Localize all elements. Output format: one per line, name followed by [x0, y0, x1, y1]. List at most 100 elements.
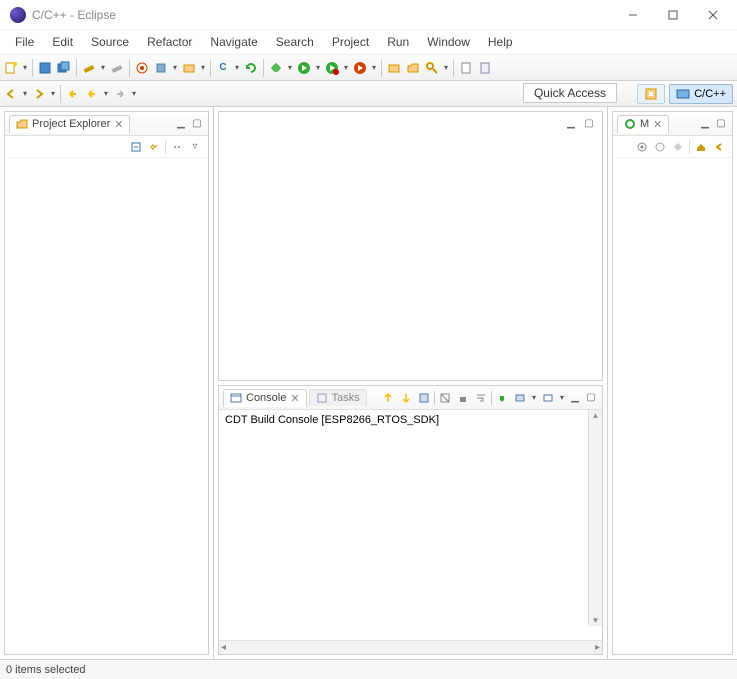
maximize-button[interactable]	[653, 1, 693, 29]
display-console-icon[interactable]	[512, 390, 528, 406]
console-output-line: CDT Build Console [ESP8266_RTOS_SDK]	[225, 414, 596, 426]
collapse-all-icon[interactable]	[129, 140, 143, 154]
build-icon[interactable]	[80, 59, 98, 77]
debug-icon[interactable]	[267, 59, 285, 77]
forward-icon[interactable]	[111, 85, 129, 103]
target-icon[interactable]	[133, 59, 151, 77]
menu-edit[interactable]: Edit	[43, 32, 82, 52]
next-edit-dropdown[interactable]: ▾	[49, 89, 57, 98]
profile-icon[interactable]	[351, 59, 369, 77]
search-icon[interactable]	[423, 59, 441, 77]
maximize-view-icon[interactable]: ▢	[190, 117, 204, 131]
back-history-dropdown[interactable]: ▾	[102, 89, 110, 98]
annotation-icon[interactable]	[457, 59, 475, 77]
word-wrap-icon[interactable]	[473, 390, 489, 406]
run-icon[interactable]	[295, 59, 313, 77]
open-console-dropdown[interactable]: ▾	[558, 393, 566, 402]
configure-dropdown[interactable]: ▾	[171, 63, 179, 72]
outline-maximize-icon[interactable]: ▢	[714, 117, 728, 131]
console-tab[interactable]: Console ✕	[223, 389, 307, 407]
project-explorer-tab[interactable]: Project Explorer ✕	[9, 115, 130, 133]
forward-dropdown[interactable]: ▾	[130, 89, 138, 98]
make-target-icon[interactable]	[635, 140, 649, 154]
build-dropdown[interactable]: ▾	[99, 63, 107, 72]
c-element-dropdown[interactable]: ▾	[233, 63, 241, 72]
next-edit-icon[interactable]	[30, 85, 48, 103]
prev-edit-dropdown[interactable]: ▾	[21, 89, 29, 98]
menu-project[interactable]: Project	[323, 32, 378, 52]
save-icon[interactable]	[36, 59, 54, 77]
view-menu-icon[interactable]	[170, 140, 184, 154]
outline-title: M	[640, 118, 649, 130]
profile-dropdown[interactable]: ▾	[370, 63, 378, 72]
menu-search[interactable]: Search	[267, 32, 323, 52]
run-dropdown[interactable]: ▾	[314, 63, 322, 72]
run-last-icon[interactable]	[323, 59, 341, 77]
back-history-icon[interactable]	[83, 85, 101, 103]
prev-console-icon[interactable]	[380, 390, 396, 406]
menu-window[interactable]: Window	[418, 32, 479, 52]
menu-run[interactable]: Run	[378, 32, 418, 52]
editor-area[interactable]: ▁ ▢	[218, 111, 603, 381]
project-explorer-tree[interactable]	[5, 158, 208, 654]
outline-body[interactable]	[613, 158, 732, 654]
open-console-icon[interactable]	[540, 390, 556, 406]
menu-file[interactable]: File	[6, 32, 43, 52]
search-dropdown[interactable]: ▾	[442, 63, 450, 72]
editor-maximize-icon[interactable]: ▢	[582, 116, 596, 130]
console-close-icon[interactable]: ✕	[290, 392, 299, 405]
open-perspective-button[interactable]	[637, 84, 665, 104]
scroll-lock-icon[interactable]	[455, 390, 471, 406]
new-dropdown[interactable]: ▾	[21, 63, 29, 72]
task-icon[interactable]	[476, 59, 494, 77]
manage-config-dropdown[interactable]: ▾	[199, 63, 207, 72]
outline-minimize-icon[interactable]: ▁	[698, 117, 712, 131]
new-icon[interactable]	[2, 59, 20, 77]
save-all-icon[interactable]	[55, 59, 73, 77]
display-console-dropdown[interactable]: ▾	[530, 393, 538, 402]
outline-close-icon[interactable]: ✕	[653, 118, 662, 131]
editor-minimize-icon[interactable]: ▁	[564, 116, 578, 130]
outline-tab[interactable]: M ✕	[617, 115, 669, 133]
open-type-icon[interactable]	[385, 59, 403, 77]
next-console-icon[interactable]	[398, 390, 414, 406]
perspective-cpp[interactable]: C/C++	[669, 84, 733, 104]
outline-back-icon[interactable]	[712, 140, 726, 154]
quick-access-field[interactable]: Quick Access	[523, 83, 617, 103]
debug-dropdown[interactable]: ▾	[286, 63, 294, 72]
status-text: 0 items selected	[6, 664, 85, 676]
close-view-icon[interactable]: ✕	[114, 118, 123, 131]
build-all-icon[interactable]	[108, 59, 126, 77]
refresh-icon[interactable]	[242, 59, 260, 77]
main-toolbar: ▾ ▾ ▾ ▾ C ▾ ▾ ▾ ▾ ▾ ▾	[0, 55, 737, 81]
menu-source[interactable]: Source	[82, 32, 138, 52]
menu-refactor[interactable]: Refactor	[138, 32, 201, 52]
c-element-icon[interactable]: C	[214, 59, 232, 77]
show-selected-console-icon[interactable]	[416, 390, 432, 406]
menu-navigate[interactable]: Navigate	[201, 32, 266, 52]
back-icon[interactable]	[64, 85, 82, 103]
clear-console-icon[interactable]	[437, 390, 453, 406]
project-explorer-view: Project Explorer ✕ ▁ ▢ ▿	[4, 111, 209, 655]
manage-config-icon[interactable]	[180, 59, 198, 77]
configure-icon[interactable]	[152, 59, 170, 77]
prev-edit-icon[interactable]	[2, 85, 20, 103]
console-minimize-icon[interactable]: ▁	[568, 391, 582, 405]
view-dropdown-icon[interactable]: ▿	[188, 140, 202, 154]
close-button[interactable]	[693, 1, 733, 29]
make-build-icon[interactable]	[671, 140, 685, 154]
make-target2-icon[interactable]	[653, 140, 667, 154]
tasks-tab[interactable]: Tasks	[309, 389, 367, 406]
open-folder-icon[interactable]	[404, 59, 422, 77]
console-horizontal-scrollbar[interactable]: ◂▸	[219, 640, 602, 654]
pin-console-icon[interactable]	[494, 390, 510, 406]
console-vertical-scrollbar[interactable]: ▴▾	[588, 410, 602, 626]
link-editor-icon[interactable]	[147, 140, 161, 154]
home-icon[interactable]	[694, 140, 708, 154]
run-last-dropdown[interactable]: ▾	[342, 63, 350, 72]
console-maximize-icon[interactable]: ▢	[584, 391, 598, 405]
menu-help[interactable]: Help	[479, 32, 522, 52]
minimize-view-icon[interactable]: ▁	[174, 117, 188, 131]
minimize-button[interactable]	[613, 1, 653, 29]
tasks-tab-label: Tasks	[332, 392, 360, 404]
